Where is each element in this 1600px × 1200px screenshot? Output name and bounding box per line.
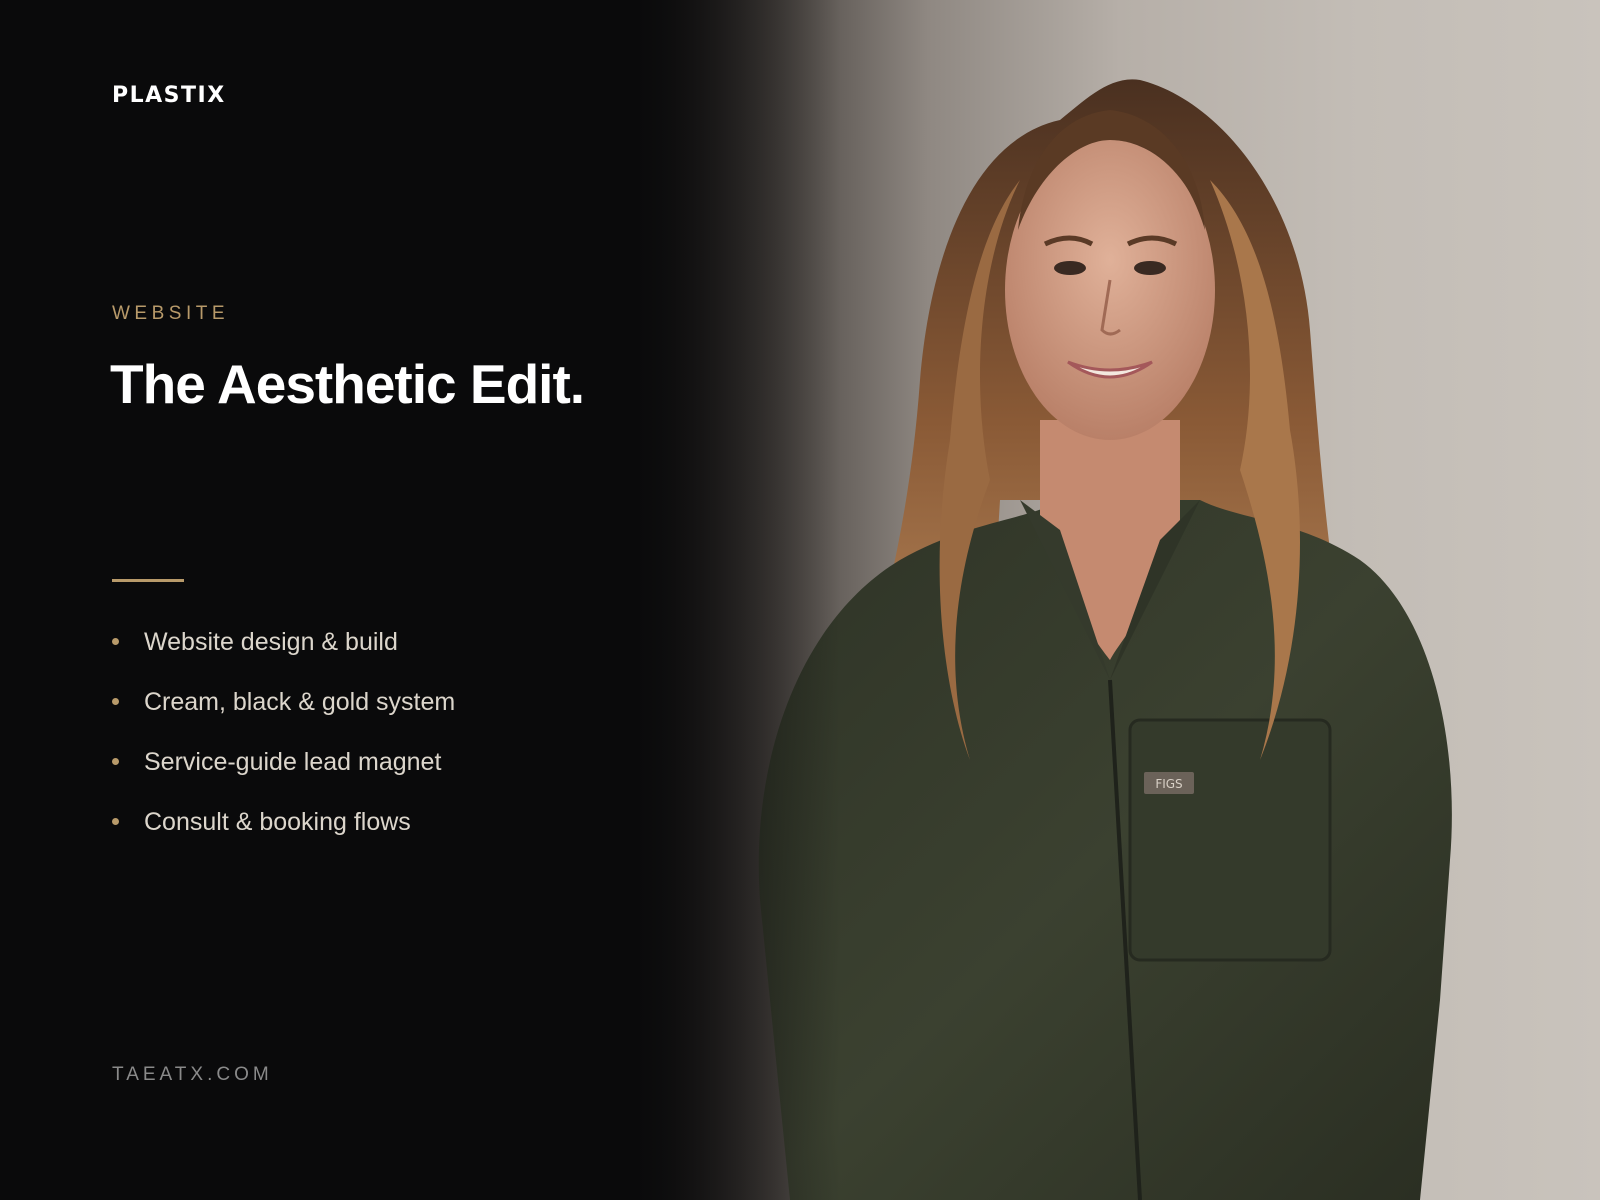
- slide: PLASTIX WEBSITE The Aesthetic Edit. Webs…: [0, 0, 1600, 1200]
- feature-list: Website design & build Cream, black & go…: [112, 628, 455, 868]
- portrait-photo: FIGS: [640, 0, 1600, 1200]
- project-title: The Aesthetic Edit.: [110, 353, 585, 415]
- feature-label: Cream, black & gold system: [144, 688, 456, 716]
- photo-edge-shadow: [640, 0, 840, 1200]
- bullet-icon: [112, 818, 119, 825]
- project-domain: TAEATX.COM: [112, 1064, 273, 1085]
- figs-label-text: FIGS: [1155, 777, 1182, 791]
- feature-label: Consult & booking flows: [144, 808, 411, 836]
- gold-divider: [112, 579, 184, 582]
- bullet-icon: [112, 758, 119, 765]
- feature-item: Service-guide lead magnet: [112, 748, 455, 808]
- feature-label: Service-guide lead magnet: [144, 748, 442, 776]
- info-panel: PLASTIX WEBSITE The Aesthetic Edit. Webs…: [0, 0, 640, 1200]
- feature-item: Consult & booking flows: [112, 808, 455, 868]
- project-category: WEBSITE: [112, 303, 230, 324]
- bullet-icon: [112, 638, 119, 645]
- feature-item: Website design & build: [112, 628, 455, 688]
- feature-item: Cream, black & gold system: [112, 688, 455, 748]
- brand-logo: PLASTIX: [112, 83, 226, 108]
- bullet-icon: [112, 698, 119, 705]
- feature-label: Website design & build: [144, 628, 398, 656]
